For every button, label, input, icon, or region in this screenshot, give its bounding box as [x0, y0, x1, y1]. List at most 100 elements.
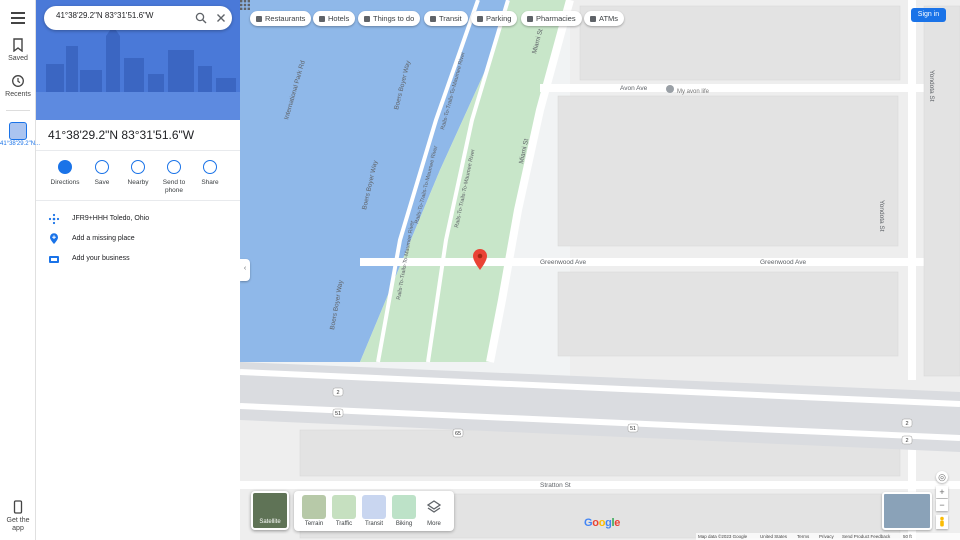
save-button[interactable]: Save [84, 160, 120, 187]
apps-grid-icon[interactable] [240, 0, 250, 10]
category-hotels[interactable]: Hotels [313, 11, 356, 26]
saved-button[interactable]: Saved [0, 38, 36, 62]
plus-code-row[interactable]: JFR9+HHH Toledo, Ohio [48, 212, 238, 226]
yondota-st-label: Yondota St [928, 70, 935, 102]
zoom-in-button[interactable]: + [936, 486, 948, 498]
stratton-st-label: Stratton St [540, 482, 571, 489]
layer-terrain[interactable]: Terrain [302, 495, 326, 527]
minus-icon: − [939, 500, 945, 510]
route-2-label: 2 [336, 390, 339, 396]
google-logo: Google [584, 517, 621, 529]
category-parking[interactable]: Parking [471, 11, 518, 26]
plus-code-text: JFR9+HHH Toledo, Ohio [72, 215, 150, 222]
bookmark-icon [13, 38, 23, 52]
layers-icon [422, 495, 446, 519]
terrain-icon [302, 495, 326, 519]
recent-place-label[interactable]: 41°38'29.2"N... [0, 141, 40, 148]
layers-panel: Terrain Traffic Transit Biking More [294, 491, 454, 531]
route-65-label: 65 [455, 431, 461, 437]
left-rail: Saved Recents 41°38'29.2"N... Get the ap… [0, 0, 40, 540]
street-view-thumbnail[interactable] [882, 492, 932, 530]
pegman-icon[interactable] [936, 515, 948, 529]
close-icon[interactable] [215, 12, 227, 24]
bookmark-icon [95, 160, 109, 174]
category-label: Restaurants [265, 14, 306, 23]
directions-button[interactable]: Directions [47, 160, 83, 187]
add-business-text: Add your business [72, 255, 130, 262]
nearby-button[interactable]: Nearby [120, 160, 156, 187]
business-marker[interactable] [666, 85, 674, 93]
my-location-button[interactable]: ◎ [936, 471, 948, 483]
send-to-phone-label: Send to phone [162, 179, 186, 194]
atm-icon [590, 16, 596, 22]
satellite-toggle[interactable]: Satellite [251, 491, 289, 530]
category-label: Pharmacies [536, 14, 576, 23]
camera-icon [364, 16, 370, 22]
parking-icon [477, 16, 483, 22]
layer-biking[interactable]: Biking [392, 495, 416, 527]
chevron-left-icon: ‹ [243, 265, 247, 272]
rail-divider [6, 110, 30, 111]
category-label: Parking [486, 14, 512, 23]
zoom-out-button[interactable]: − [936, 499, 948, 511]
send-feedback-link[interactable]: Send Product Feedback [842, 534, 890, 539]
send-to-phone-button[interactable]: Send to phone [156, 160, 192, 195]
phone-icon [13, 500, 23, 514]
share-icon [203, 160, 217, 174]
country-link[interactable]: United States [760, 534, 787, 539]
recents-button[interactable]: Recents [0, 74, 36, 98]
category-pharmacies[interactable]: Pharmacies [521, 11, 582, 26]
traffic-icon [332, 495, 356, 519]
divider [36, 150, 240, 151]
add-missing-place-row[interactable]: Add a missing place [48, 232, 238, 246]
category-label: Things to do [373, 14, 415, 23]
category-transit[interactable]: Transit [424, 11, 468, 26]
category-atms[interactable]: ATMs [584, 11, 625, 26]
category-label: Transit [439, 14, 462, 23]
route-2-label: 2 [905, 421, 908, 427]
get-app-button[interactable]: Get the app [0, 500, 36, 533]
category-label: ATMs [599, 14, 619, 23]
plus-icon: + [939, 487, 945, 497]
restaurant-icon [256, 16, 262, 22]
directions-icon [58, 160, 72, 174]
add-business-row[interactable]: Add your business [48, 252, 238, 266]
recent-place-thumbnail[interactable] [9, 122, 27, 140]
pharmacy-icon [527, 16, 533, 22]
business-icon [49, 256, 59, 263]
scale-label[interactable]: 50 ft [903, 534, 912, 539]
category-restaurants[interactable]: Restaurants [250, 11, 312, 26]
yondota-st-label: Yondota St [878, 200, 885, 232]
search-icon[interactable] [195, 12, 207, 24]
history-icon [12, 75, 24, 87]
save-label: Save [94, 179, 110, 186]
layer-label: Terrain [304, 521, 324, 527]
my-location-icon: ◎ [938, 472, 946, 482]
divider [36, 200, 240, 201]
get-app-label: Get the app [6, 517, 30, 532]
category-things-to-do[interactable]: Things to do [358, 11, 421, 26]
directions-label: Directions [50, 179, 80, 186]
recents-label: Recents [5, 91, 31, 98]
layer-traffic[interactable]: Traffic [332, 495, 356, 527]
greenwood-ave-label: Greenwood Ave [540, 259, 587, 266]
place-panel: 41°38'29.2"N 83°31'51.6"W Directions Sav… [36, 0, 240, 540]
search-input[interactable] [56, 11, 186, 20]
layer-transit[interactable]: Transit [362, 495, 386, 527]
terms-link[interactable]: Terms [797, 534, 809, 539]
map-canvas[interactable]: 2 51 51 65 2 2 Avon Ave My avon life Gre… [240, 0, 960, 540]
plus-code-icon [48, 213, 60, 225]
category-label: Hotels [328, 14, 350, 23]
add-location-icon [50, 233, 58, 244]
business-label: My avon life [677, 89, 710, 95]
sign-in-button[interactable]: Sign in [911, 8, 946, 22]
add-missing-place-text: Add a missing place [72, 235, 135, 242]
saved-label: Saved [8, 55, 28, 62]
privacy-link[interactable]: Privacy [819, 534, 834, 539]
satellite-label: Satellite [259, 519, 281, 525]
search-box[interactable] [44, 6, 232, 30]
layer-more[interactable]: More [422, 495, 446, 527]
menu-icon[interactable] [11, 12, 25, 24]
share-button[interactable]: Share [192, 160, 228, 187]
collapse-panel-button[interactable]: ‹ [240, 259, 250, 281]
